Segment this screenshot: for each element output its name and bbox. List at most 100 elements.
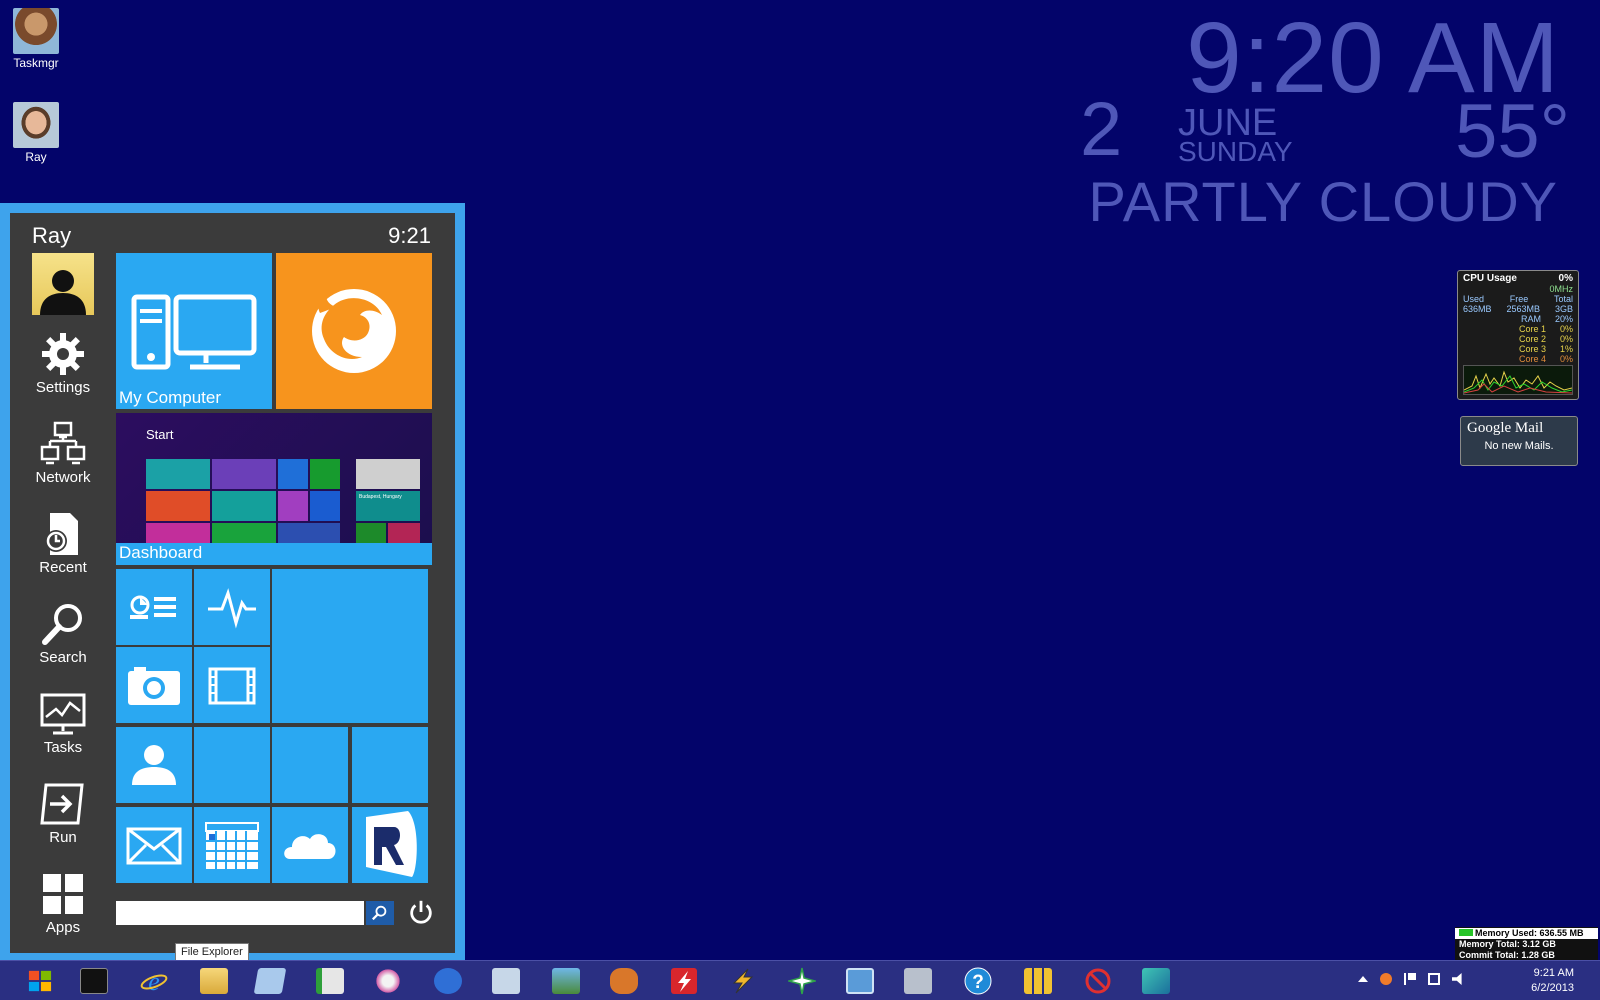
run-icon (40, 783, 84, 825)
tile-label: My Computer (119, 388, 222, 407)
tile-activity[interactable] (194, 569, 270, 645)
network-status-icon[interactable] (1428, 973, 1440, 985)
photo-icon (552, 968, 580, 994)
malwarebytes-icon (434, 968, 462, 994)
flag-icon[interactable] (1404, 973, 1416, 985)
sidebar-item-apps[interactable]: Apps (22, 869, 104, 936)
cube-icon (1142, 968, 1170, 994)
desktop-icon-label: Ray (25, 150, 47, 164)
recent-icon (45, 513, 78, 555)
tile-my-computer[interactable]: My Computer (116, 253, 272, 409)
taskbar-malwarebytes[interactable] (428, 965, 468, 997)
svg-text:?: ? (972, 972, 984, 993)
taskbar-blocks-app[interactable] (1018, 965, 1058, 997)
tile-empty-2[interactable] (272, 727, 348, 803)
desktop-icon-ray[interactable]: Ray (1, 102, 71, 164)
tile-empty-large[interactable] (272, 569, 428, 723)
taskbar-archive[interactable] (898, 965, 938, 997)
sidebar-item-settings[interactable]: Settings (22, 329, 104, 396)
apps-icon (43, 874, 83, 914)
taskbar-bolt-app[interactable] (722, 965, 762, 997)
taskbar-cube-app[interactable] (1136, 965, 1176, 997)
taskbar-clock[interactable]: 9:21 AM 6/2/2013 (1531, 966, 1574, 996)
tile-mail[interactable] (116, 807, 192, 883)
help-icon: ? (964, 967, 992, 995)
tile-control-panel[interactable] (116, 569, 192, 645)
tile-firefox[interactable] (276, 253, 432, 409)
sidebar-item-label: Settings (35, 379, 91, 396)
cpu-usage-gadget[interactable]: CPU Usage 0% 0MHz Used Free Total 636MB 2563… (1457, 270, 1579, 400)
cpu-graph-lines (1463, 370, 1573, 394)
taskbar-star-app[interactable] (782, 965, 822, 997)
tile-video[interactable] (194, 647, 270, 723)
start-search-button[interactable] (366, 901, 394, 925)
sidebar-item-run[interactable]: Run (22, 779, 104, 846)
tile-camera[interactable] (116, 647, 192, 723)
computer-icon (131, 294, 257, 370)
svg-text:e: e (148, 967, 160, 995)
star-burst-icon (788, 967, 816, 995)
start-search-input[interactable] (116, 901, 364, 925)
sidebar-item-search[interactable]: Search (22, 599, 104, 666)
tile-empty-3[interactable] (352, 727, 428, 803)
taskbar-paint[interactable] (368, 965, 408, 997)
taskbar-notes[interactable] (250, 965, 290, 997)
sidebar-item-recent[interactable]: Recent (22, 509, 104, 576)
power-icon (410, 900, 432, 924)
taskbar-photo-viewer[interactable] (546, 965, 586, 997)
tile-rainmeter[interactable] (352, 807, 428, 883)
taskbar: e ? 9:21 AM 6/2/2013 (0, 960, 1600, 1000)
gmail-status: No new Mails. (1484, 440, 1554, 452)
tasks-icon (40, 693, 86, 735)
gmail-title: Google Mail (1467, 420, 1544, 436)
taskbar-picture-manager[interactable] (486, 965, 526, 997)
sidebar-item-label: Apps (45, 919, 81, 936)
sidebar-item-label: Search (39, 649, 87, 666)
film-icon (208, 667, 256, 705)
firefox-icon (312, 289, 396, 373)
free-label: Free (1509, 294, 1529, 304)
core2-value: 0% (1559, 334, 1573, 344)
fox-icon (610, 968, 638, 994)
sidebar-item-network[interactable]: Network (22, 419, 104, 486)
search-icon (372, 905, 387, 921)
mini-tile-photos (212, 491, 276, 521)
avatar[interactable] (32, 253, 94, 315)
desktop-icon-taskmgr[interactable]: Taskmgr (1, 8, 71, 70)
start-button[interactable] (20, 965, 60, 997)
blocks-icon (1024, 968, 1052, 994)
taskbar-app-window[interactable] (310, 965, 350, 997)
paint-icon (374, 968, 402, 994)
tile-dashboard[interactable]: Start Budapest, Hungary Dashboard (116, 413, 432, 565)
taskbar-blocked-app[interactable] (1078, 965, 1118, 997)
weather-temperature: 55° (1455, 89, 1570, 174)
start-menu-panel: Ray 9:21 Settings Network Recent Search … (10, 213, 455, 953)
start-user-name[interactable]: Ray (32, 223, 71, 249)
person-icon (132, 745, 176, 785)
taskbar-help[interactable]: ? (958, 965, 998, 997)
camera-icon (128, 667, 180, 705)
cpu-title: CPU Usage (1463, 273, 1517, 284)
volume-icon[interactable] (1452, 973, 1462, 985)
power-button[interactable] (404, 895, 438, 929)
google-mail-gadget[interactable]: Google Mail No new Mails. (1460, 416, 1578, 466)
tray-app-icon[interactable] (1380, 973, 1392, 985)
internet-explorer-icon: e (140, 967, 168, 995)
tile-empty-1[interactable] (194, 727, 270, 803)
cpu-mhz: 0MHz (1549, 284, 1573, 294)
sidebar-item-tasks[interactable]: Tasks (22, 689, 104, 756)
tile-people[interactable] (116, 727, 192, 803)
tile-calendar[interactable] (194, 807, 270, 883)
tray-expand-icon[interactable] (1358, 976, 1368, 982)
taskbar-flash[interactable] (664, 965, 704, 997)
tile-skydrive[interactable] (272, 807, 348, 883)
taskbar-cmd[interactable] (74, 965, 114, 997)
windows-logo-icon (28, 970, 52, 992)
taskbar-clock-date: 6/2/2013 (1531, 982, 1574, 994)
taskbar-fox-app[interactable] (604, 965, 644, 997)
system-tray (1358, 973, 1464, 985)
taskbar-remote-desktop[interactable] (840, 965, 880, 997)
taskbar-file-explorer[interactable] (194, 965, 234, 997)
mini-tile-skydrive (310, 491, 340, 521)
taskbar-ie[interactable]: e (134, 965, 174, 997)
